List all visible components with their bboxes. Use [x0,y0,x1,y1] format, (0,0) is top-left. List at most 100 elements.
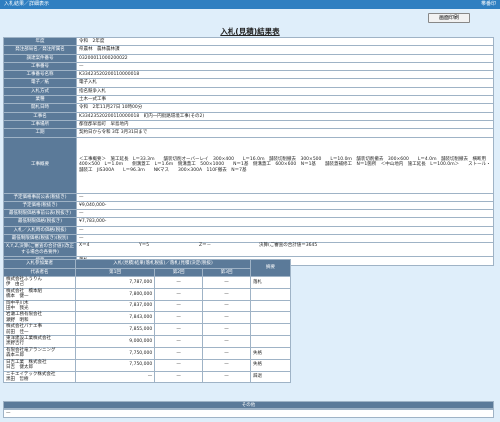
bid-round-1: 7,750,000 [74,346,156,360]
info-row: 調達案件番号 03200011000200022 [3,53,494,63]
bidder-representative: 黒野吉行 [6,341,24,347]
info-row: 年度 令和 2年度 [3,36,494,47]
info-value: — [76,225,494,236]
info-value: — [76,234,494,244]
bidder-company: 有限会社竜アランニング 森本三郎 [3,346,76,360]
bid-remark [250,299,291,313]
info-value: 電子入札 [76,78,494,88]
info-label: 予定価格(税抜き) [3,200,77,211]
bidder-representative: 森本三郎 [6,353,24,359]
bid-remark [250,335,291,348]
info-label: 調達案件番号 [3,53,77,63]
bid-round-3: — [202,335,251,348]
info-label: 工事場所 [3,119,77,130]
col-remark: 摘要 [250,259,291,277]
info-value: 令和 2年度 [76,36,494,47]
bid-round-3: — [202,276,251,289]
bid-round-1: 7,750,000 [74,358,156,372]
info-row: 工事番号名称 K33423520200110000018 [3,70,494,80]
bid-round-1: 7,855,000 [74,323,156,337]
bidder-company: 岡中平川木 田中 我光 [3,299,76,313]
info-row: 入札／入札時の価格(税抜) — [3,225,494,236]
bid-round-1: 7,837,000 [74,299,156,313]
coef-total: 決算(ご審査の合計値＝3645 [259,243,318,249]
info-row: 最低制限価格(税抜き) ¥7,783,000- [3,217,494,227]
info-value: K33423520200110000018 [76,70,494,80]
info-value: K33423520200110000018 町内一円街路環境工事(その2) [76,111,494,121]
bid-round-1: 7,787,000 [74,276,156,289]
bid-remark [250,323,291,337]
col-company: 入札参加業者 [3,259,76,269]
info-label: 工事番号 [3,61,77,72]
bid-round-2: — [154,358,204,372]
info-label: 電子／紙 [3,78,77,88]
info-label: 工事概要 [3,136,77,194]
col-representative: 代表者名 [3,268,76,277]
bid-round-2: — [154,346,204,360]
bidder-company: 株式会社 橋本組 橋本 健一 [3,287,76,301]
bid-round-1: 7,843,000 [74,311,156,325]
bid-round-2: — [154,311,204,325]
info-row: 工事番号 — [3,61,494,72]
info-label: 予定価格事前公表(税抜き) [3,192,77,202]
page-title: 入札(見積)結果表 [220,27,280,36]
info-value: 契約日から令和 3年 3月31日まで [76,128,494,138]
bidder-company: 東洋建設工業株式会社 黒野吉行 [3,335,76,348]
info-label: 最低制限価格(税抜き) [3,217,77,227]
info-label: 工事名 [3,111,77,121]
bidders-subheader-row: 代表者名 第1回 第2回 第3回 [3,268,291,277]
info-row: 発注部局名／発注所属名 県農林 農林農林課 [3,45,494,55]
bid-round-1: 7,800,000 [74,287,156,301]
info-label: 最低制限価格事前公表(税抜き) [3,209,77,219]
bidder-representative: 黒田 哲樹 [6,376,29,382]
col-round-2: 第2回 [154,268,204,277]
info-row: 工事名 K33423520200110000018 町内一円街路環境工事(その2) [3,111,494,121]
bid-remark: 辞退 [250,370,291,384]
bidder-company: 株式会社パナエ事 前田 佳一 [3,323,76,337]
bidder-representative: 日吉 健太郎 [6,365,33,371]
bidder-representative: 瀬野 明和 [6,317,29,323]
info-value: 03200011000200022 [76,53,494,63]
coef-x: X＝4 [79,243,90,249]
bid-round-2: — [154,370,204,384]
info-label: 入札／入札時の価格(税抜) [3,225,77,236]
bid-round-2: — [154,287,204,301]
info-value: 指名競争入札 [76,86,494,97]
bid-remark: 失格 [250,346,291,360]
bid-round-2: — [154,335,204,348]
bid-round-1: — [74,370,156,384]
info-row: 予定価格(税抜き) ¥9,040,000- [3,200,494,211]
col-round-3: 第3回 [202,268,251,277]
bidder-row: 日吉工業 株式会社 日吉 健太郎 7,750,000— — 失格 [3,358,291,372]
bidder-representative: 田中 我光 [6,306,29,312]
bid-round-2: — [154,323,204,337]
info-row: 工事概要 ＜工事概要＞ 施工延長 L＝33.3ｍ 舗装切削オーバーレイ 300×4… [3,136,494,194]
info-label: 工期 [3,128,77,138]
info-value: ¥9,040,000- [76,200,494,211]
header-title: 入札結果／詳細表示 [4,1,50,7]
bid-remark: 落札 [250,276,291,289]
other-section-value: — [3,409,494,418]
info-row: 工期 契約日から令和 3年 3月31日まで [3,128,494,138]
coef-label: X,Y,Z,決算(ご審査の合計値)(改正する場合の各要件) [3,242,77,258]
info-row: 最低制限価格事前公表(税抜き) — [3,209,494,219]
bidder-row: 有限会社竜アランニング 森本三郎 7,750,000— — 失格 [3,346,291,360]
info-label: 開札日時 [3,103,77,113]
info-value: 県農林 農林農林課 [76,45,494,55]
bid-round-2: — [154,299,204,313]
coef-y: Y＝5 [139,243,150,249]
bidder-row: 東洋建設工業株式会社 黒野吉行 9,000,000— — [3,335,291,348]
print-screen-button[interactable]: 画面印刷 [428,13,470,23]
work-summary-value: ＜工事概要＞ 施工延長 L＝33.3ｍ 舗装切削オーバーレイ 300×400 L… [76,136,494,194]
bidder-representative: 橋本 健一 [6,294,29,300]
info-row: 工事場所 都窪郡早島町 早島地内 [3,119,494,130]
bidder-representative: 伊 由己 [6,282,24,288]
coef-row: X,Y,Z,決算(ご審査の合計値)(改正する場合の各要件) X＝4 Y＝5 Z＝… [3,242,494,258]
app-header-bar: 入札結果／詳細表示 帯番印 [0,0,500,9]
bid-round-3: — [202,299,251,313]
bid-remark: 失格 [250,358,291,372]
info-label: 入札方式 [3,86,77,97]
info-label: 最低制限価格(税抜き)(税別) [3,234,77,244]
info-value: ¥7,783,000- [76,217,494,227]
info-value: 土木一式工事 [76,95,494,105]
